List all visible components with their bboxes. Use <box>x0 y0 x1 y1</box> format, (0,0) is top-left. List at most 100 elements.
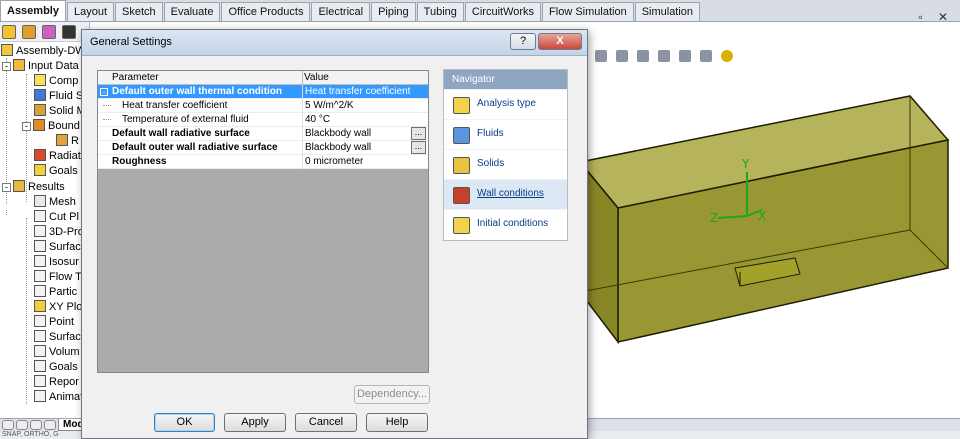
solids-icon <box>453 157 470 174</box>
tree-item-boundary-conditions[interactable]: - Bound <box>22 119 80 134</box>
solid-material-icon <box>34 104 46 116</box>
tab-electrical[interactable]: Electrical <box>311 2 371 21</box>
tree-item-isosurfaces[interactable]: Isosur <box>34 255 79 270</box>
tab-layout[interactable]: Layout <box>66 2 115 21</box>
boundary-item-icon <box>56 134 68 146</box>
tree-item-solid-materials[interactable]: Solid M <box>34 104 86 119</box>
navigator-title: Navigator <box>444 70 567 89</box>
context-help-button[interactable]: ? <box>510 33 536 50</box>
value-cell[interactable]: 0 micrometer <box>305 155 363 168</box>
tree-item-animations[interactable]: Animat <box>34 390 83 405</box>
column-header-parameter[interactable]: Parameter <box>98 71 159 85</box>
tab-tubing[interactable]: Tubing <box>416 2 464 21</box>
value-cell[interactable]: Heat transfer coefficient <box>305 85 410 98</box>
tab-simulation[interactable]: Simulation <box>634 2 701 21</box>
tab-evaluate[interactable]: Evaluate <box>163 2 221 21</box>
tree-item-radiation[interactable]: Radiat <box>34 149 81 164</box>
nav-item-analysis-type[interactable]: Analysis type <box>444 89 567 119</box>
tree-item-reports[interactable]: Repor <box>34 375 79 390</box>
nav-item-wall-conditions[interactable]: Wall conditions <box>444 179 567 209</box>
input-data-icon <box>13 59 25 71</box>
tab-circuitworks[interactable]: CircuitWorks <box>464 2 542 21</box>
3d-profile-icon <box>34 225 46 237</box>
tree-item-fluid-subdomains[interactable]: Fluid S <box>34 89 83 104</box>
next-tab-icon[interactable] <box>30 420 42 430</box>
dialog-title: General Settings <box>90 36 172 48</box>
assembly-icon <box>1 44 13 56</box>
report-icon <box>34 375 46 387</box>
general-settings-dialog: General Settings ? X Parameter Value - D… <box>81 29 588 439</box>
feature-manager-icon[interactable] <box>2 25 16 39</box>
grid-row-roughness[interactable]: Roughness 0 micrometer <box>98 155 428 169</box>
tab-assembly[interactable]: Assembly <box>0 0 66 21</box>
value-cell[interactable]: Blackbody wall <box>305 141 371 154</box>
radiation-icon <box>34 149 46 161</box>
tree-item-assembly[interactable]: Assembly-DWG <box>1 44 89 59</box>
grid-row-default-wall-radiative-surface[interactable]: Default wall radiative surface Blackbody… <box>98 127 428 141</box>
dim-xpert-icon[interactable] <box>42 25 56 39</box>
help-button[interactable]: Help <box>366 413 428 432</box>
tree-item-goals[interactable]: Goals <box>34 164 78 179</box>
point-params-icon <box>34 315 46 327</box>
collapse-icon[interactable]: - <box>22 122 31 131</box>
navigator-panel: Navigator Analysis type Fluids Solids Wa… <box>443 69 568 241</box>
isosurface-icon <box>34 255 46 267</box>
grid-row-temperature-external-fluid[interactable]: Temperature of external fluid 40 °C <box>98 113 428 127</box>
value-cell[interactable]: 5 W/m^2/K <box>305 99 354 112</box>
tree-item-mesh[interactable]: Mesh <box>34 195 76 210</box>
value-cell[interactable]: 40 °C <box>305 113 330 126</box>
tree-item-surface-parameters[interactable]: Surfac <box>34 330 81 345</box>
tree-item-computational-domain[interactable]: Comp <box>34 74 78 89</box>
display-manager-icon[interactable] <box>62 25 76 39</box>
tree-item-input-data[interactable]: - Input Data <box>2 59 79 74</box>
tree-item-boundary-item[interactable]: R <box>56 134 79 149</box>
dependency-button[interactable]: Dependency... <box>354 385 430 404</box>
close-button[interactable]: X <box>538 33 582 50</box>
x-axis-label: X <box>758 209 766 223</box>
collapse-icon[interactable]: - <box>2 62 11 71</box>
last-tab-icon[interactable] <box>44 420 56 430</box>
dialog-titlebar[interactable]: General Settings ? X <box>82 30 587 56</box>
tree-item-flow-trajectories[interactable]: Flow T <box>34 270 82 285</box>
tab-flow-simulation[interactable]: Flow Simulation <box>542 2 634 21</box>
cut-plot-icon <box>34 210 46 222</box>
grid-header: Parameter Value <box>98 71 428 85</box>
column-header-value[interactable]: Value <box>290 71 329 85</box>
grid-row-default-outer-wall-radiative-surface[interactable]: Default outer wall radiative surface Bla… <box>98 141 428 155</box>
tree-item-cut-plots[interactable]: Cut Pl <box>34 210 79 225</box>
collapse-icon[interactable]: - <box>100 88 108 97</box>
grid-row-outer-wall-thermal-condition[interactable]: - Default outer wall thermal condition H… <box>98 85 428 99</box>
tab-office-products[interactable]: Office Products <box>221 2 311 21</box>
nav-item-initial-conditions[interactable]: Initial conditions <box>444 209 567 239</box>
tab-piping[interactable]: Piping <box>371 2 416 21</box>
cancel-button[interactable]: Cancel <box>295 413 357 432</box>
feature-tree: Assembly-DWG - Input Data Comp Fluid S So… <box>0 22 90 418</box>
collapse-icon[interactable]: - <box>2 183 11 192</box>
particle-study-icon <box>34 285 46 297</box>
ok-button[interactable]: OK <box>154 413 215 432</box>
feature-tree-toolbar <box>0 22 89 42</box>
grid-row-heat-transfer-coefficient[interactable]: Heat transfer coefficient 5 W/m^2/K <box>98 99 428 113</box>
browse-button[interactable]: ... <box>411 127 426 140</box>
tree-item-volume-parameters[interactable]: Volum <box>34 345 80 360</box>
nav-item-fluids[interactable]: Fluids <box>444 119 567 149</box>
value-cell[interactable]: Blackbody wall <box>305 127 371 140</box>
nav-item-solids[interactable]: Solids <box>444 149 567 179</box>
browse-button[interactable]: ... <box>411 141 426 154</box>
tree-item-surface-plots[interactable]: Surfac <box>34 240 81 255</box>
tree-item-xy-plots[interactable]: XY Plo <box>34 300 82 315</box>
tree-item-3d-profile[interactable]: 3D-Pro <box>34 225 84 240</box>
tree-item-particle-studies[interactable]: Partic <box>34 285 77 300</box>
surface-params-icon <box>34 330 46 342</box>
property-manager-icon[interactable] <box>22 25 36 39</box>
tree-item-results[interactable]: - Results <box>2 180 65 195</box>
tree-item-goal-plots[interactable]: Goals <box>34 360 78 375</box>
apply-button[interactable]: Apply <box>224 413 286 432</box>
surface-plot-icon <box>34 240 46 252</box>
first-tab-icon[interactable] <box>2 420 14 430</box>
prev-tab-icon[interactable] <box>16 420 28 430</box>
tab-sketch[interactable]: Sketch <box>115 2 163 21</box>
tree-item-point-parameters[interactable]: Point <box>34 315 74 330</box>
command-manager-tabs: Assembly Layout Sketch Evaluate Office P… <box>0 0 960 22</box>
goal-plot-icon <box>34 360 46 372</box>
